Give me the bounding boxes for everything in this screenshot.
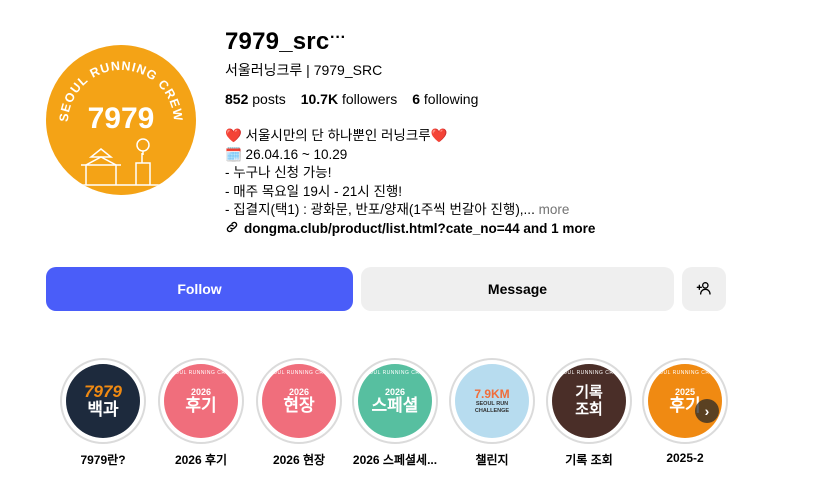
highlight-ring: SEOUL RUNNING CREW 2026 후기 [158, 358, 244, 444]
profile-username: 7979_src [225, 28, 330, 55]
bio-more-link[interactable]: more [539, 202, 570, 217]
bio-line: ❤️ 서울시만의 단 하나뿐인 러닝크루❤️ [225, 128, 448, 143]
highlight-title: 2026 현장 [272, 453, 326, 467]
bio-line: - 누구나 신청 가능! [225, 165, 332, 180]
profile-link[interactable]: dongma.club/product/list.html?cate_no=44… [225, 220, 595, 237]
highlight-cover: SEOUL RUNNING CREW 기록 조회 [552, 364, 626, 438]
highlight-cover: SEOUL RUNNING CREW 2026 스페셜 [358, 364, 432, 438]
more-dots-icon[interactable]: ··· [330, 28, 346, 48]
highlight-item[interactable]: SEOUL RUNNING CREW 2026 후기 2026 후기 [158, 358, 244, 468]
profile-bio: ❤️ 서울시만의 단 하나뿐인 러닝크루❤️ 🗓️ 26.04.16 ~ 10.… [225, 127, 569, 220]
skyline-illustration [76, 138, 166, 186]
highlight-title: 기록 조회 [565, 453, 613, 467]
highlight-title: 7979란? [80, 453, 126, 467]
highlight-ring: SEOUL RUNNING CREW 2025 후기 [642, 358, 728, 444]
highlight-cover: 7979 백과 [66, 364, 140, 438]
chevron-right-icon[interactable]: › [695, 399, 719, 423]
bio-line: 🗓️ 26.04.16 ~ 10.29 [225, 146, 348, 162]
link-icon [225, 220, 239, 237]
avatar-logo: SEOUL RUNNING CREW 7979 [57, 59, 184, 186]
highlight-title: 2026 후기 [174, 453, 228, 467]
highlight-cover: 7.9KM SEOUL RUN CHALLENGE [455, 364, 529, 438]
posts-stat: 852 posts [225, 91, 286, 107]
highlight-ring: SEOUL RUNNING CREW 2026 현장 [256, 358, 342, 444]
avatar-number: 7979 [88, 102, 155, 135]
add-person-icon [696, 280, 712, 299]
highlight-ring: SEOUL RUNNING CREW 2026 스페셜 [352, 358, 438, 444]
highlight-title: 2026 스페셜세... [352, 453, 438, 467]
highlight-ring: 7979 백과 [60, 358, 146, 444]
profile-stats: 852 posts 10.7K followers 6 following [225, 91, 478, 107]
bio-line: - 매주 목요일 19시 - 21시 진행! [225, 183, 403, 199]
highlight-ring: SEOUL RUNNING CREW 기록 조회 [546, 358, 632, 444]
suggest-accounts-button[interactable] [682, 267, 726, 311]
profile-avatar[interactable]: SEOUL RUNNING CREW 7979 [46, 45, 196, 195]
highlight-cover: SEOUL RUNNING CREW 2026 현장 [262, 364, 336, 438]
bio-line: - 집결지(택1) : 광화문, 반포/양재(1주씩 번갈아 진행),... m… [225, 202, 570, 217]
highlight-title: 챌린지 [475, 453, 509, 467]
message-button[interactable]: Message [361, 267, 674, 311]
highlight-title: 2025-2 [666, 451, 704, 465]
highlight-ring: 7.9KM SEOUL RUN CHALLENGE [449, 358, 535, 444]
profile-full-name: 서울러닝크루 | 7979_SRC [225, 62, 383, 78]
highlight-item[interactable]: SEOUL RUNNING CREW 2026 스페셜 2026 스페셜세... [352, 358, 438, 468]
highlight-item[interactable]: 7979 백과 7979란? [60, 358, 146, 468]
follow-button[interactable]: Follow [46, 267, 353, 311]
highlight-item[interactable]: SEOUL RUNNING CREW 기록 조회 기록 조회 [546, 358, 632, 468]
following-stat[interactable]: 6 following [412, 91, 478, 107]
highlight-item[interactable]: 7.9KM SEOUL RUN CHALLENGE 챌린지 [449, 358, 535, 468]
link-text: dongma.club/product/list.html?cate_no=44… [244, 221, 596, 236]
highlight-item[interactable]: SEOUL RUNNING CREW 2026 현장 2026 현장 [256, 358, 342, 468]
highlight-cover: SEOUL RUNNING CREW 2026 후기 [164, 364, 238, 438]
followers-stat[interactable]: 10.7K followers [301, 91, 398, 107]
